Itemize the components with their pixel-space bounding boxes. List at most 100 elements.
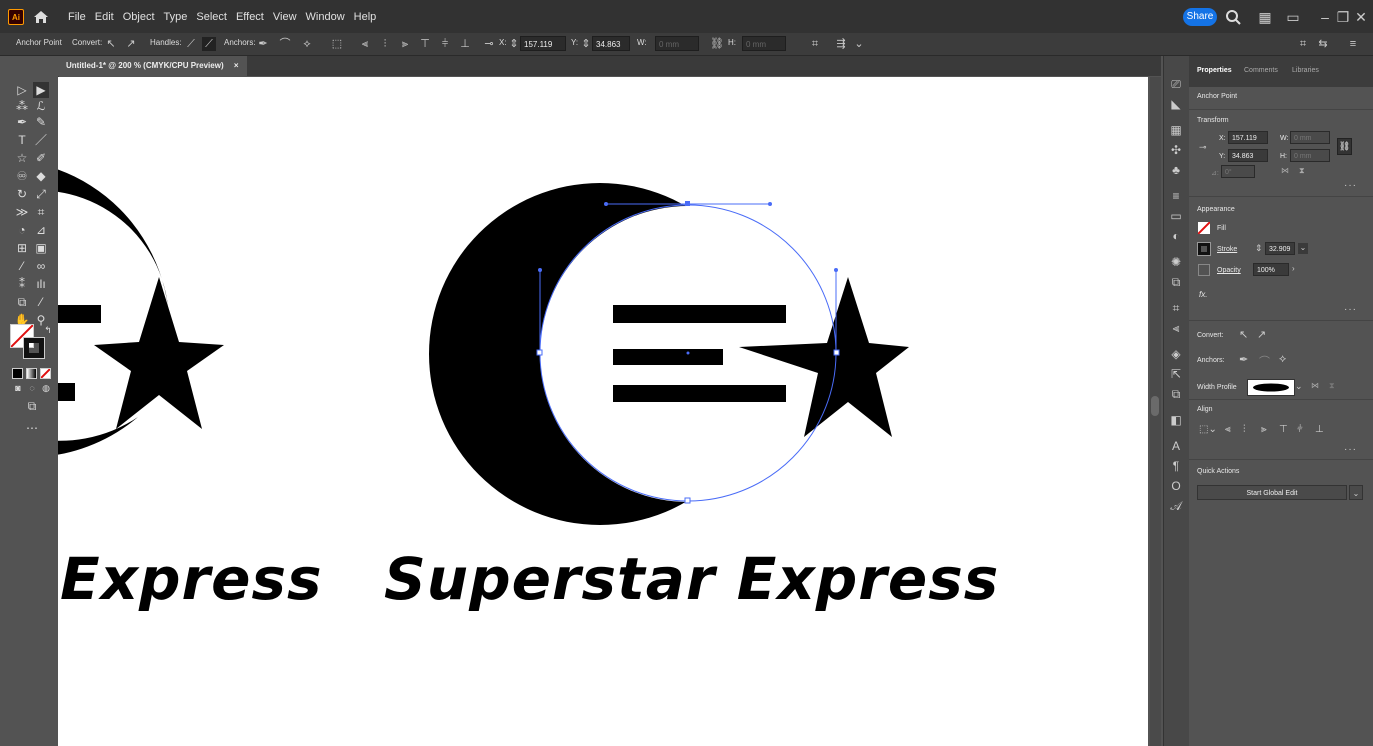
perspective-grid-tool-icon[interactable]: ⊿ — [33, 222, 49, 238]
selection-tool-icon[interactable]: ▶ — [33, 82, 49, 98]
cut-path-icon[interactable]: ⌒ — [278, 37, 292, 51]
align-top-icon[interactable]: ⊤ — [1279, 424, 1288, 435]
stroke-swatch[interactable] — [23, 337, 45, 359]
stroke-stepper-icon[interactable]: ⇕ — [1255, 243, 1263, 254]
blend-tool-icon[interactable]: ∞ — [33, 258, 49, 274]
cut-anchor-icon[interactable]: ⟡ — [300, 37, 314, 51]
align-panel-icon[interactable]: ⫷ — [1168, 320, 1184, 336]
gradient-panel-icon[interactable]: ▭ — [1168, 208, 1184, 224]
convert-smooth-icon[interactable]: ↗ — [124, 37, 138, 51]
align-bottom-icon[interactable]: ⊥ — [1315, 424, 1324, 435]
swatches-panel-icon[interactable]: ▦ — [1168, 122, 1184, 138]
pathfinder-panel-icon[interactable]: ◧ — [1168, 412, 1184, 428]
appearance-panel-icon[interactable]: ✺ — [1168, 254, 1184, 270]
transform-x-field[interactable]: 157.119 mr — [1228, 131, 1268, 155]
menu-select[interactable]: Select — [196, 11, 227, 23]
tab-properties[interactable]: Properties — [1197, 67, 1232, 74]
chevron-down-icon[interactable]: ⌄ — [1298, 243, 1308, 254]
search-icon[interactable] — [1224, 8, 1242, 26]
transparency-panel-icon[interactable]: ◐ — [1168, 228, 1184, 244]
x-field[interactable]: 157.119 mm — [520, 36, 566, 64]
slice-tool-icon[interactable]: ⁄ — [33, 294, 49, 310]
constrain-link-icon[interactable]: ⛓ — [710, 37, 724, 51]
menu-view[interactable]: View — [273, 11, 297, 23]
properties-panel-icon[interactable]: ⎚ — [1168, 76, 1184, 92]
screen-mode-icon[interactable]: ⧉ — [24, 398, 40, 414]
edit-toolbar-icon[interactable]: ⋯ — [24, 420, 40, 436]
magic-wand-tool-icon[interactable]: ⁂ — [14, 98, 30, 114]
transform-h-field[interactable]: 0 mm — [1290, 149, 1330, 162]
graphic-styles-panel-icon[interactable]: ⧉ — [1168, 274, 1184, 290]
recolor-icon[interactable]: ⇶ — [834, 37, 848, 51]
panel-options-icon[interactable]: ⇆ — [1316, 37, 1330, 51]
menu-help[interactable]: Help — [354, 11, 377, 23]
shape-builder-tool-icon[interactable]: ◔ — [14, 222, 30, 238]
fill-swatch[interactable] — [1197, 221, 1211, 235]
line-tool-icon[interactable]: ／ — [33, 132, 49, 148]
hide-handles-icon[interactable]: ⟋ — [202, 37, 216, 51]
transform-w-field[interactable]: 0 mm — [1290, 131, 1330, 144]
tab-comments[interactable]: Comments — [1244, 67, 1278, 74]
workspace-icon[interactable]: ▭ — [1284, 8, 1302, 26]
close-tab-icon[interactable]: × — [234, 61, 239, 70]
chevron-down-icon[interactable]: ⌄ — [1295, 381, 1303, 392]
paintbrush-tool-icon[interactable]: ✐ — [33, 150, 49, 166]
convert-smooth-icon[interactable]: ↗ — [1257, 328, 1266, 341]
more-options-icon[interactable]: ··· — [1344, 304, 1357, 315]
scale-tool-icon[interactable]: ⤢ — [33, 186, 49, 202]
libraries-panel-icon[interactable]: ◣ — [1168, 96, 1184, 112]
transform-panel-icon[interactable]: ⌗ — [1168, 300, 1184, 316]
lasso-tool-icon[interactable]: ℒ — [33, 98, 49, 114]
convert-corner-icon[interactable]: ↖ — [104, 37, 118, 51]
gradient-tool-icon[interactable]: ▣ — [33, 240, 49, 256]
eraser-tool-icon[interactable]: ◆ — [33, 168, 49, 184]
type-tool-icon[interactable]: T — [14, 132, 30, 148]
paragraph-panel-icon[interactable]: ¶ — [1168, 458, 1184, 474]
asset-export-panel-icon[interactable]: ⇱ — [1168, 366, 1184, 382]
canvas[interactable]: Express Superstar Express — [58, 77, 1148, 746]
arrange-documents-icon[interactable]: ▦ — [1256, 8, 1274, 26]
chevron-right-icon[interactable]: › — [1292, 264, 1302, 275]
align-middle-v-icon[interactable]: ⫩ — [438, 37, 452, 51]
home-icon[interactable] — [32, 8, 50, 26]
artboards-panel-icon[interactable]: ⧉ — [1168, 386, 1184, 402]
align-left-icon[interactable]: ⫷ — [1225, 424, 1231, 435]
symbols-panel-icon[interactable]: ♣ — [1168, 162, 1184, 178]
width-profile-dropdown[interactable] — [1247, 379, 1295, 396]
align-bottom-icon[interactable]: ⊥ — [458, 37, 472, 51]
artwork-text-left[interactable]: Express — [60, 545, 323, 613]
pen-tool-icon[interactable]: ✒ — [14, 114, 30, 130]
flip-across-icon[interactable]: ⧗ — [1329, 381, 1335, 391]
align-right-icon[interactable]: ⫸ — [398, 37, 412, 51]
remove-anchor-icon[interactable]: ✒ — [1239, 353, 1248, 366]
align-middle-v-icon[interactable]: ⫩ — [1297, 424, 1303, 435]
chevron-down-icon[interactable]: ⌄ — [1349, 485, 1363, 500]
menu-lines-icon[interactable]: ≡ — [1346, 37, 1360, 51]
remove-anchor-icon[interactable]: ✒ — [256, 37, 270, 51]
show-handles-icon[interactable]: ⟋ — [184, 37, 198, 51]
flip-horizontal-icon[interactable]: ⋈ — [1281, 166, 1289, 175]
glyphs-panel-icon[interactable]: 𝒜 — [1168, 498, 1184, 514]
none-mode-icon[interactable] — [40, 368, 51, 379]
cut-path-icon[interactable]: ⌒ — [1259, 353, 1270, 369]
menu-file[interactable]: File — [68, 11, 86, 23]
menu-edit[interactable]: Edit — [95, 11, 114, 23]
width-tool-icon[interactable]: ≫ — [14, 204, 30, 220]
align-to-icon[interactable]: ⬚⌄ — [1199, 424, 1217, 435]
y-stepper-icon[interactable]: ⇕ — [581, 37, 591, 51]
partial-logo-left[interactable] — [58, 159, 224, 457]
scrollbar-thumb[interactable] — [1151, 396, 1159, 416]
color-mode-icon[interactable] — [12, 368, 23, 379]
mesh-tool-icon[interactable]: ⊞ — [14, 240, 30, 256]
draw-inside-icon[interactable]: ◍ — [38, 380, 54, 396]
align-top-icon[interactable]: ⊤ — [418, 37, 432, 51]
more-options-icon[interactable]: ··· — [1344, 180, 1357, 191]
start-global-edit-button[interactable]: Start Global Edit — [1197, 485, 1347, 500]
isolate-icon[interactable]: ⌗ — [808, 37, 822, 51]
character-panel-icon[interactable]: A — [1168, 438, 1184, 454]
stroke-weight-field[interactable]: 32.909 — [1265, 242, 1295, 255]
artboard-tool-icon[interactable]: ⧉ — [14, 294, 30, 310]
eyedropper-tool-icon[interactable]: ⁄ — [14, 258, 30, 274]
menu-window[interactable]: Window — [306, 11, 345, 23]
cut-anchor-icon[interactable]: ⟡ — [1279, 353, 1286, 366]
